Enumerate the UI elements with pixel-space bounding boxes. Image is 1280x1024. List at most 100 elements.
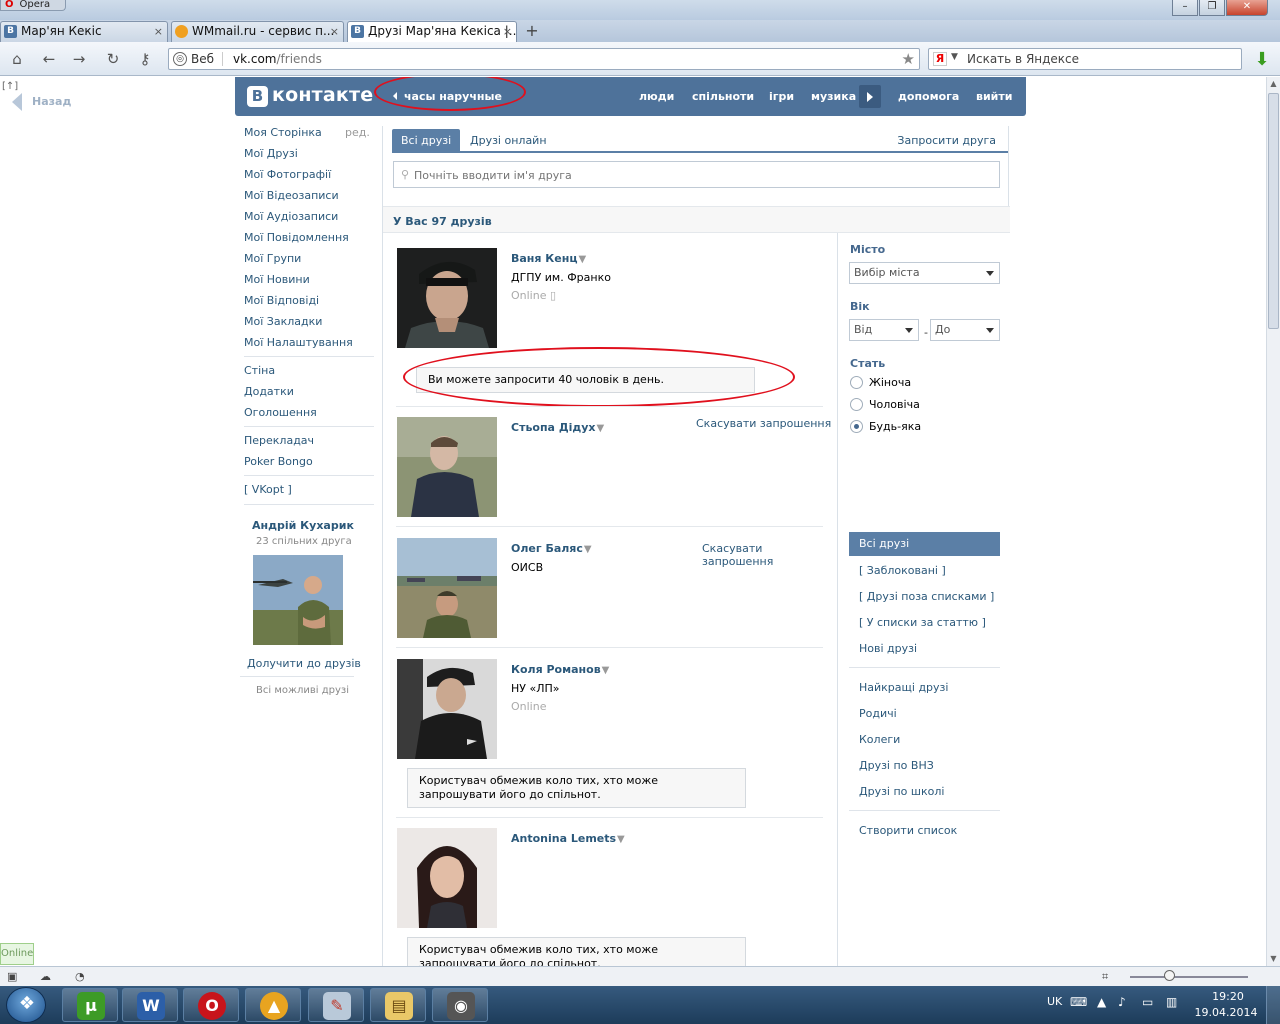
dropdown-triangle-icon[interactable]: ▼	[597, 423, 605, 434]
radio-any-label[interactable]: Будь-яка	[869, 420, 921, 433]
menu-wall[interactable]: Стіна	[244, 364, 275, 377]
radio-female-label[interactable]: Жіноча	[869, 376, 911, 389]
view-icon[interactable]: ⌗	[1102, 970, 1108, 984]
friend-name[interactable]: Коля Романов▼	[511, 663, 609, 676]
nav-logout[interactable]: вийти	[976, 90, 1012, 103]
menu-answers[interactable]: Мої Відповіді	[244, 294, 319, 307]
menu-apps[interactable]: Додатки	[244, 385, 294, 398]
list-colleagues[interactable]: Колеги	[859, 733, 900, 746]
taskbar-word[interactable]: W	[122, 988, 178, 1022]
radio-male[interactable]	[850, 398, 863, 411]
nav-music[interactable]: музика	[811, 90, 856, 103]
menu-photos[interactable]: Мої Фотографії	[244, 168, 331, 181]
key-icon[interactable]: ⚷	[134, 49, 156, 69]
taskbar-opera[interactable]: O	[183, 988, 239, 1022]
browser-tab-friends[interactable]: B Друзі Мар'яна Кекіса |... ×	[347, 21, 517, 42]
tray-date[interactable]: 19.04.2014	[1190, 1006, 1262, 1019]
maximize-button[interactable]: ❐	[1199, 0, 1225, 16]
scroll-thumb[interactable]	[1268, 93, 1279, 329]
minimize-button[interactable]: –	[1172, 0, 1198, 16]
menu-translator[interactable]: Перекладач	[244, 434, 314, 447]
search-box[interactable]: Я ▼ Искать в Яндексе	[928, 48, 1242, 70]
tray-time[interactable]: 19:20	[1198, 990, 1258, 1003]
dropdown-triangle-icon[interactable]: ▼	[617, 834, 625, 845]
bookmark-star-icon[interactable]: ★	[902, 50, 915, 68]
list-unlisted[interactable]: [ Друзі поза списками ]	[859, 590, 994, 603]
menu-videos[interactable]: Мої Відеозаписи	[244, 189, 339, 202]
list-university[interactable]: Друзі по ВНЗ	[859, 759, 934, 772]
dropdown-triangle-icon[interactable]: ▼	[579, 254, 587, 265]
dropdown-triangle-icon[interactable]: ▼	[584, 544, 592, 555]
nav-more-arrow-icon[interactable]	[859, 85, 881, 108]
taskbar-explorer[interactable]: ▤	[370, 988, 426, 1022]
display-icon[interactable]: ▭	[1142, 995, 1153, 1009]
vk-logo-icon[interactable]: В	[247, 86, 268, 107]
city-select[interactable]: Вибір міста	[849, 262, 1000, 284]
tab-close-icon[interactable]: ×	[503, 22, 512, 41]
menu-my-page[interactable]: Моя Сторінка	[244, 126, 322, 139]
menu-bookmarks[interactable]: Мої Закладки	[244, 315, 322, 328]
list-by-sex[interactable]: [ У списки за статтю ]	[859, 616, 986, 629]
list-school[interactable]: Друзі по школі	[859, 785, 944, 798]
invite-friend-link[interactable]: Запросити друга	[897, 134, 996, 147]
menu-friends[interactable]: Мої Друзі	[244, 147, 298, 160]
tray-arrow-icon[interactable]: ▲	[1097, 995, 1106, 1009]
back-arrow-icon[interactable]: ←	[38, 49, 60, 69]
friend-name[interactable]: Ваня Кенц▼	[511, 252, 586, 265]
menu-news[interactable]: Мої Новини	[244, 273, 310, 286]
tab-close-icon[interactable]: ×	[330, 22, 339, 41]
taskbar-utorrent[interactable]: µ	[62, 988, 118, 1022]
panel-toggle-icon[interactable]: ▣	[7, 970, 17, 983]
show-desktop-button[interactable]	[1266, 986, 1280, 1024]
menu-ads[interactable]: Оголошення	[244, 406, 317, 419]
age-from-select[interactable]: Від	[849, 319, 919, 341]
tab-friends-online[interactable]: Друзі онлайн	[470, 134, 547, 147]
menu-edit-link[interactable]: ред.	[345, 126, 370, 139]
list-best-friends[interactable]: Найкращі друзі	[859, 681, 948, 694]
forward-arrow-icon[interactable]: →	[68, 49, 90, 69]
menu-settings[interactable]: Мої Налаштування	[244, 336, 353, 349]
menu-vkopt[interactable]: [ VKopt ]	[244, 483, 292, 496]
volume-icon[interactable]: ♪	[1118, 995, 1126, 1009]
list-blocked[interactable]: [ Заблоковані ]	[859, 564, 946, 577]
create-list-link[interactable]: Створити список	[859, 824, 957, 837]
friend-name[interactable]: Олег Баляс▼	[511, 542, 592, 555]
page-scrollbar[interactable]: ▲ ▼	[1266, 77, 1280, 966]
tray-language[interactable]: UK	[1047, 995, 1062, 1008]
keyboard-icon[interactable]: ⌨	[1070, 995, 1087, 1009]
scroll-down-icon[interactable]: ▼	[1267, 952, 1280, 966]
friend-photo[interactable]	[397, 417, 497, 517]
list-relatives[interactable]: Родичі	[859, 707, 897, 720]
opera-menu-button[interactable]: O Opera	[0, 0, 66, 11]
taskbar-paint[interactable]: ✎	[308, 988, 364, 1022]
browser-tab-wmmail[interactable]: WMmail.ru - сервис п... ×	[171, 21, 344, 42]
add-to-friends-link[interactable]: Долучити до друзів	[247, 657, 361, 670]
friend-photo[interactable]	[397, 538, 497, 638]
friend-name[interactable]: Стьопа Дідух▼	[511, 421, 604, 434]
reload-icon[interactable]: ↻	[102, 49, 124, 69]
menu-poker-bongo[interactable]: Poker Bongo	[244, 455, 313, 468]
suggested-friend-name[interactable]: Андрій Кухарик	[252, 519, 354, 532]
taskbar-avast[interactable]: ▲	[245, 988, 301, 1022]
home-icon[interactable]: ⌂	[6, 49, 28, 69]
friend-search-box[interactable]: ⚲	[393, 161, 1000, 188]
zoom-slider-knob[interactable]	[1164, 970, 1175, 981]
list-all-friends[interactable]: Всі друзі	[849, 532, 1000, 556]
suggested-friend-photo[interactable]	[253, 555, 343, 645]
nav-communities[interactable]: спільноти	[692, 90, 754, 103]
radio-male-label[interactable]: Чоловіча	[869, 398, 920, 411]
menu-messages[interactable]: Мої Повідомлення	[244, 231, 349, 244]
menu-groups[interactable]: Мої Групи	[244, 252, 301, 265]
scroll-up-icon[interactable]: ▲	[1267, 77, 1280, 91]
cancel-invite-link[interactable]: Скасувати запрошення	[696, 417, 831, 430]
cloud-icon[interactable]: ☁	[40, 970, 51, 983]
tab-all-friends[interactable]: Всі друзі	[392, 129, 461, 152]
all-possible-friends-link[interactable]: Всі можливі друзі	[256, 685, 349, 696]
taskbar-app[interactable]: ◉	[432, 988, 488, 1022]
browser-tab-profile[interactable]: B Мар'ян Кекіс ×	[0, 21, 168, 42]
menu-audio[interactable]: Мої Аудіозаписи	[244, 210, 338, 223]
vk-logo-text[interactable]: контакте	[272, 84, 373, 106]
window-close-button[interactable]: ✕	[1226, 0, 1268, 16]
cancel-invite-link[interactable]: Скасувати запрошення	[702, 542, 782, 568]
friend-name[interactable]: Antonina Lemets▼	[511, 832, 625, 845]
